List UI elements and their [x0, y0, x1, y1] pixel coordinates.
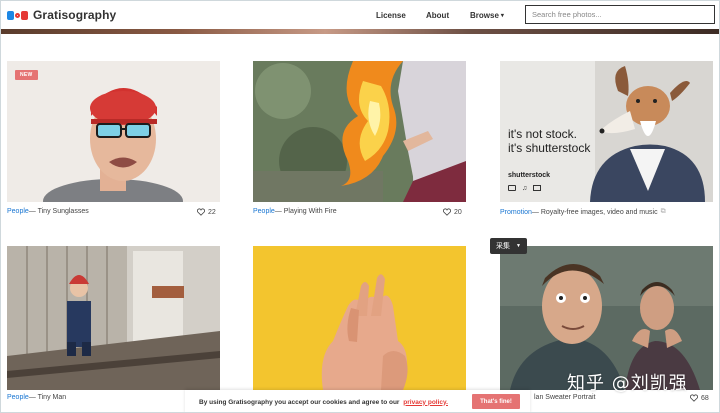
cookie-message-text: By using Gratisography you accept our co… [199, 398, 400, 406]
photo-tiny-man[interactable] [7, 246, 220, 390]
nav-about[interactable]: About [426, 1, 449, 29]
photo-playing-with-fire[interactable] [253, 61, 466, 202]
accept-cookies-button[interactable]: That's fine! [472, 394, 520, 409]
site-header: Gratisography License About Browse ▾ [1, 1, 719, 29]
heart-icon [690, 394, 698, 402]
watermark: 知乎 @刘凯强 [567, 373, 688, 394]
photo-title: — Tiny Man [28, 394, 67, 401]
photo-tiny-hands[interactable] [253, 246, 466, 390]
browser-viewport: Gratisography License About Browse ▾ NEW [0, 0, 720, 413]
like-count: 20 [454, 208, 462, 216]
promo-headline-1: it's not stock. [508, 127, 577, 141]
chevron-down-icon: ▾ [500, 12, 504, 19]
promotion-shutterstock[interactable]: it's not stock. it's shutterstock shutte… [500, 61, 713, 202]
shutterstock-logo: shutterstock [508, 172, 551, 179]
video-icon [533, 185, 542, 191]
search-box[interactable] [525, 5, 715, 24]
external-link-icon: ⧉ [660, 208, 666, 215]
heart-icon [443, 208, 451, 216]
hero-image-strip [1, 29, 719, 34]
photo-tiny-sunglasses[interactable] [7, 61, 220, 202]
collect-button-label: 采集 [496, 243, 510, 250]
nav-license[interactable]: License [376, 1, 406, 29]
promo-media-icons: ♫ [508, 185, 542, 192]
photo-caption: People — Tiny Man [7, 394, 66, 401]
site-logo[interactable]: Gratisography [7, 8, 116, 22]
category-link[interactable]: People [7, 208, 29, 215]
like-counter[interactable]: 68 [690, 394, 709, 402]
photo-title: lan Sweater Portrait [534, 394, 596, 401]
music-note-icon: ♫ [522, 185, 528, 192]
category-link[interactable]: People [7, 394, 29, 401]
nav-browse[interactable]: Browse ▾ [470, 1, 504, 29]
search-input[interactable] [532, 10, 714, 19]
like-counter[interactable]: 20 [443, 208, 462, 216]
promo-headline-2: it's shutterstock [508, 141, 591, 155]
privacy-policy-link[interactable]: privacy policy. [403, 399, 448, 406]
cookie-message: By using Gratisography you accept our co… [199, 399, 448, 406]
photo-title: — Royalty-free images, video and music [531, 208, 658, 216]
nav-browse-label: Browse [470, 10, 499, 20]
like-counter[interactable]: 22 [197, 208, 216, 216]
cookie-consent-bar: By using Gratisography you accept our co… [185, 390, 530, 412]
new-badge: NEW [15, 70, 38, 80]
photo-caption: Promotion — Royalty-free images, video a… [500, 208, 666, 216]
category-link[interactable]: Promotion [500, 209, 532, 216]
heart-icon [197, 208, 205, 216]
category-link[interactable]: People [253, 208, 275, 215]
logo-icon [7, 10, 28, 20]
photo-caption: People — Playing With Fire [253, 208, 337, 215]
chevron-down-icon: ▼ [516, 243, 521, 249]
photo-caption: lan Sweater Portrait [534, 394, 595, 401]
photo-title: — Tiny Sunglasses [28, 208, 89, 215]
photo-title: — Playing With Fire [274, 208, 337, 215]
brand-name: Gratisography [33, 8, 117, 22]
photo-caption: People — Tiny Sunglasses [7, 208, 89, 215]
like-count: 68 [701, 394, 709, 402]
camera-icon [508, 185, 516, 191]
like-count: 22 [208, 208, 216, 216]
collect-button[interactable]: 采集 ▼ [490, 238, 527, 254]
